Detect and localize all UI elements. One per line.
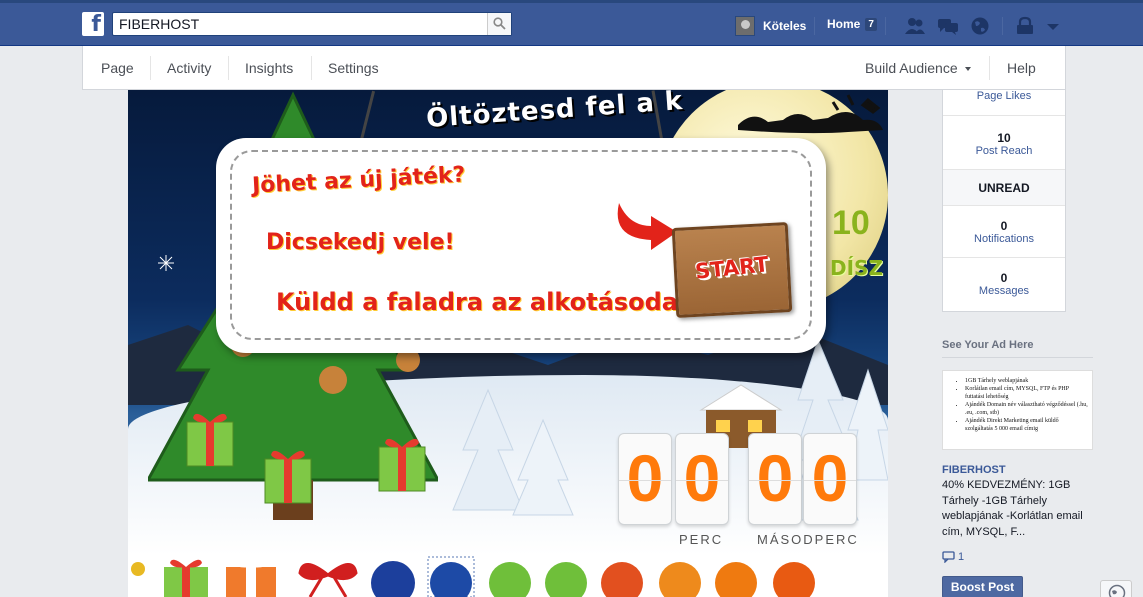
- help-menu[interactable]: Help: [990, 46, 1065, 116]
- help-globe-button[interactable]: [1100, 580, 1132, 597]
- ad-image-line: 1GB Tárhely weblapjának: [965, 377, 1088, 385]
- timer-digit-min-1: 0: [618, 433, 672, 525]
- ad-comments-link[interactable]: 1: [942, 551, 964, 563]
- messages-label: Messages: [978, 285, 1030, 297]
- messages-value: 0: [1000, 271, 1008, 285]
- boost-post-button[interactable]: Boost Post: [942, 576, 1023, 597]
- post-reach-stat[interactable]: 10 Post Reach: [943, 116, 1065, 170]
- ad-section-heading[interactable]: See Your Ad Here: [942, 339, 1093, 358]
- ad-image-line: Ajándék Domain név választható végződéss…: [965, 401, 1088, 417]
- search-box[interactable]: [112, 12, 512, 36]
- ad-comments-count: 1: [958, 551, 965, 563]
- ornament-icon[interactable]: [131, 562, 145, 576]
- build-audience-menu[interactable]: Build Audience: [848, 46, 988, 90]
- home-count-badge: 7: [865, 17, 877, 31]
- user-name: Köteles: [763, 19, 807, 33]
- timer-digit-sec-1: 0: [748, 433, 802, 525]
- globe-icon: [1108, 584, 1126, 597]
- snowy-trees-illustration: [452, 388, 574, 516]
- game-title: Öltöztesd fel a k: [425, 90, 685, 134]
- tab-activity[interactable]: Activity: [150, 46, 228, 90]
- ornament-icon[interactable]: [371, 561, 415, 597]
- ad-image[interactable]: 1GB Tárhely weblapjának Korlátlan email …: [942, 370, 1093, 450]
- banner-line-show-off: Dicsekedj vele!: [266, 230, 455, 255]
- ornament-icon[interactable]: [601, 562, 643, 597]
- tab-insights[interactable]: Insights: [228, 46, 310, 90]
- gift-box-icon: [186, 413, 234, 467]
- profile-link[interactable]: Köteles: [735, 15, 806, 37]
- facebook-logo-icon[interactable]: f: [82, 12, 104, 37]
- ornament-counter-label: DÍSZ: [830, 256, 883, 280]
- page-admin-nav: Page Activity Insights Settings Build Au…: [82, 46, 1066, 116]
- timer-digit-min-2: 0: [675, 433, 729, 525]
- avatar: [735, 16, 755, 36]
- ornament-icon[interactable]: [430, 562, 472, 597]
- post-reach-label: Post Reach: [975, 145, 1033, 157]
- search-button[interactable]: [487, 13, 511, 35]
- post-reach-value: 10: [997, 131, 1011, 145]
- unread-header: UNREAD: [943, 170, 1065, 206]
- home-label: Home: [827, 17, 861, 31]
- page-likes-label: Page Likes: [976, 90, 1032, 102]
- tab-settings[interactable]: Settings: [311, 46, 396, 90]
- notifications-value: 0: [1000, 219, 1008, 233]
- christmas-tree-game[interactable]: Öltöztesd fel a k Jöhet az új játék? Dic…: [128, 90, 888, 555]
- divider: [885, 17, 886, 35]
- ad-image-line: Ajándék Direkt Marketing email küldő szo…: [965, 417, 1088, 433]
- ornament-icon[interactable]: [545, 562, 587, 597]
- unread-label: UNREAD: [978, 181, 1030, 195]
- ornament-icon[interactable]: [659, 562, 701, 597]
- game-banner: Jöhet az új játék? Dicsekedj vele! Küldd…: [216, 138, 883, 353]
- divider: [1002, 17, 1003, 35]
- gift-box-icon: [264, 450, 312, 504]
- ornament-palette: [128, 555, 888, 597]
- build-audience-label: Build Audience: [865, 60, 958, 76]
- messages-stat[interactable]: 0 Messages: [943, 258, 1065, 311]
- ad-text: 40% KEDVEZMÉNY: 1GB Tárhely -1GB Tárhely…: [942, 479, 1083, 538]
- search-icon: [493, 17, 506, 30]
- top-bar: f Köteles Home 7: [0, 0, 1143, 46]
- chevron-down-icon: [964, 67, 971, 72]
- snowflake-icon: [158, 255, 174, 271]
- privacy-lock-icon[interactable]: [1014, 16, 1036, 36]
- ornament-icon[interactable]: [715, 562, 757, 597]
- page-likes-stat[interactable]: Page Likes: [943, 90, 1065, 116]
- ornament-icon[interactable]: [489, 562, 531, 597]
- home-link[interactable]: Home 7: [827, 17, 877, 31]
- bow-ornament-icon[interactable]: [298, 563, 358, 597]
- ad-image-line: Korlátlan email cím, MYSQL, FTP és PHP f…: [965, 385, 1088, 401]
- divider: [814, 17, 815, 35]
- banner-line-share: Küldd a faladra az alkotásodat!: [276, 288, 701, 316]
- gift-ornament-icon[interactable]: [164, 559, 208, 597]
- timer-seconds-label: MÁSODPERC: [757, 532, 859, 547]
- timer-digit-sec-2: 0: [803, 433, 857, 525]
- start-button-label: START: [694, 252, 770, 284]
- gift-ornament-icon[interactable]: [226, 559, 276, 597]
- help-label: Help: [1007, 60, 1036, 76]
- notifications-globe-icon[interactable]: [969, 16, 991, 36]
- arrow-right-icon: [617, 203, 677, 250]
- account-menu-chevron-icon[interactable]: [1042, 16, 1064, 36]
- notifications-stat[interactable]: 0 Notifications: [943, 206, 1065, 258]
- start-button[interactable]: START: [671, 222, 793, 318]
- messages-icon[interactable]: [937, 16, 959, 36]
- ornament-icon[interactable]: [773, 562, 815, 597]
- comment-icon: [942, 551, 955, 563]
- timer-minutes-label: PERC: [679, 532, 724, 547]
- notifications-label: Notifications: [974, 233, 1034, 245]
- friend-requests-icon[interactable]: [904, 16, 926, 36]
- santa-sleigh-icon: [738, 94, 883, 134]
- ornament-counter: 10: [832, 204, 870, 242]
- gift-box-icon: [378, 438, 426, 492]
- tab-page[interactable]: Page: [84, 46, 151, 90]
- search-input[interactable]: [113, 13, 483, 35]
- ad-title[interactable]: FIBERHOST: [942, 464, 1006, 476]
- page-stats-panel: Page Likes 10 Post Reach UNREAD 0 Notifi…: [942, 90, 1066, 312]
